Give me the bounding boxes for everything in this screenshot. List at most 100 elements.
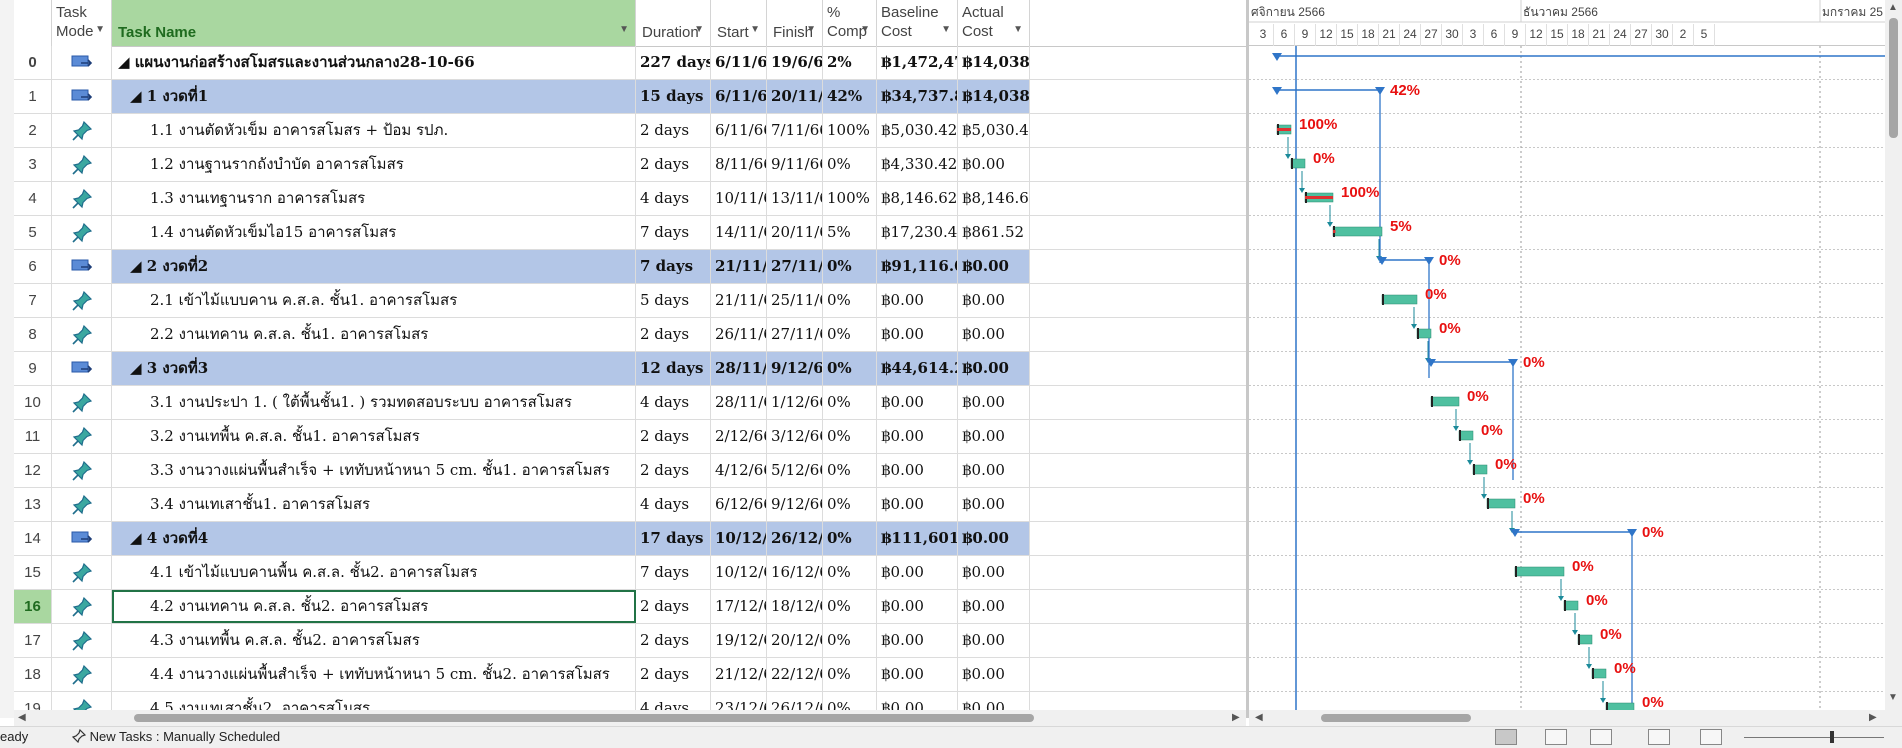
duration-cell[interactable]: 2 days [636,658,711,691]
task-mode-cell[interactable] [52,488,112,521]
task-mode-cell[interactable] [52,454,112,487]
baseline-cost-cell[interactable]: ฿111,601.41 [877,522,958,555]
row-id[interactable]: 6 [14,250,52,283]
finish-cell[interactable]: 3/12/66 [767,420,823,453]
task-bar[interactable] [1416,328,1432,339]
duration-cell[interactable]: 4 days [636,386,711,419]
duration-cell[interactable]: 5 days [636,284,711,317]
task-name-cell[interactable]: ◢ 4 งวดที่4 [112,522,636,555]
pct-comp-cell[interactable]: 2% [823,46,877,79]
row-id[interactable]: 10 [14,386,52,419]
duration-cell[interactable]: 12 days [636,352,711,385]
pct-comp-cell[interactable]: 42% [823,80,877,113]
task-bar[interactable] [1514,566,1565,577]
row-id[interactable]: 13 [14,488,52,521]
new-tasks-mode[interactable]: New Tasks : Manually Scheduled [71,728,280,744]
header-start[interactable]: Start ▼ [711,0,767,46]
row-id[interactable]: 9 [14,352,52,385]
finish-cell[interactable]: 9/12/66 [767,352,823,385]
baseline-cost-cell[interactable]: ฿0.00 [877,488,958,521]
start-cell[interactable]: 28/11/66 [711,352,767,385]
actual-cost-cell[interactable]: ฿14,038.56 [958,46,1030,79]
task-mode-cell[interactable] [52,80,112,113]
row-id[interactable]: 11 [14,420,52,453]
baseline-cost-cell[interactable]: ฿44,614.28 [877,352,958,385]
actual-cost-cell[interactable]: ฿0.00 [958,250,1030,283]
start-cell[interactable]: 21/12/66 [711,658,767,691]
actual-cost-cell[interactable]: ฿0.00 [958,352,1030,385]
pct-comp-cell[interactable]: 0% [823,148,877,181]
duration-cell[interactable]: 4 days [636,182,711,215]
task-mode-cell[interactable] [52,46,112,79]
finish-cell[interactable]: 16/12/66 [767,556,823,589]
task-row[interactable]: 16 4.2 งานเทคาน ค.ส.ล. ชั้น2. อาคารสโมสร 2… [14,590,1246,624]
duration-cell[interactable]: 4 days [636,488,711,521]
task-name-cell[interactable]: 3.3 งานวางแผ่นพื้นสำเร็จ + เททับหน้าหนา … [112,454,636,487]
finish-cell[interactable]: 26/12/66 [767,692,823,710]
finish-cell[interactable]: 27/11/66 [767,250,823,283]
task-name-cell[interactable]: 4.3 งานเทพื้น ค.ส.ล. ชั้น2. อาคารสโมสร [112,624,636,657]
task-name-cell[interactable]: ◢ แผนงานก่อสร้างสโมสรและงานส่วนกลาง28-10… [112,46,636,79]
actual-cost-cell[interactable]: ฿0.00 [958,386,1030,419]
baseline-cost-cell[interactable]: ฿1,472,476.98 [877,46,958,79]
task-mode-cell[interactable] [52,318,112,351]
duration-cell[interactable]: 2 days [636,318,711,351]
task-bar[interactable] [1332,226,1383,237]
actual-cost-cell[interactable]: ฿0.00 [958,148,1030,181]
actual-cost-cell[interactable]: ฿861.52 [958,216,1030,249]
baseline-cost-cell[interactable]: ฿8,146.62 [877,182,958,215]
pct-comp-cell[interactable]: 0% [823,352,877,385]
header-task-name[interactable]: Task Name ▼ [112,0,636,46]
task-mode-cell[interactable] [52,386,112,419]
task-name-cell[interactable]: 3.2 งานเทพื้น ค.ส.ล. ชั้น1. อาคารสโมสร [112,420,636,453]
chevron-down-icon[interactable]: ▼ [619,20,629,39]
start-cell[interactable]: 10/11/66 [711,182,767,215]
duration-cell[interactable]: 227 days [636,46,711,79]
task-name-cell[interactable]: 3.4 งานเทเสาชั้น1. อาคารสโมสร [112,488,636,521]
duration-cell[interactable]: 17 days [636,522,711,555]
baseline-cost-cell[interactable]: ฿0.00 [877,590,958,623]
row-id[interactable]: 15 [14,556,52,589]
task-name-cell[interactable]: ◢ 2 งวดที่2 [112,250,636,283]
task-mode-cell[interactable] [52,250,112,283]
finish-cell[interactable]: 7/11/66 [767,114,823,147]
task-name-cell[interactable]: 4.2 งานเทคาน ค.ส.ล. ชั้น2. อาคารสโมสร [112,590,636,623]
zoom-slider-knob[interactable] [1830,731,1834,743]
task-row[interactable]: 12 3.3 งานวางแผ่นพื้นสำเร็จ + เททับหน้าหน… [14,454,1246,488]
finish-cell[interactable]: 22/12/66 [767,658,823,691]
task-name-cell[interactable]: ◢ 1 งวดที่1 [112,80,636,113]
pct-comp-cell[interactable]: 0% [823,318,877,351]
baseline-cost-cell[interactable]: ฿34,737.88 [877,80,958,113]
row-id[interactable]: 5 [14,216,52,249]
start-cell[interactable]: 6/11/66 [711,80,767,113]
chevron-down-icon[interactable]: ▼ [941,20,951,39]
duration-cell[interactable]: 2 days [636,590,711,623]
summary-task-row[interactable]: 14 ◢ 4 งวดที่417 days10/12/6626/12/660%฿1… [14,522,1246,556]
task-row[interactable]: 18 4.4 งานวางแผ่นพื้นสำเร็จ + เททับหน้าหน… [14,658,1246,692]
task-name-cell[interactable]: ◢ 3 งวดที่3 [112,352,636,385]
finish-cell[interactable]: 19/6/67 [767,46,823,79]
start-cell[interactable]: 8/11/66 [711,148,767,181]
actual-cost-cell[interactable]: ฿0.00 [958,692,1030,710]
pct-comp-cell[interactable]: 0% [823,590,877,623]
gantt-horizontal-scrollbar[interactable]: ◀ ▶ [1249,710,1902,726]
pct-comp-cell[interactable]: 0% [823,420,877,453]
finish-cell[interactable]: 9/12/66 [767,488,823,521]
task-bar[interactable] [1591,668,1607,679]
chevron-down-icon[interactable]: ▼ [860,20,870,39]
start-cell[interactable]: 17/12/66 [711,590,767,623]
task-name-cell[interactable]: 3.1 งานประปา 1. ( ใต้พื้นชั้น1. ) รวมทดส… [112,386,636,419]
baseline-cost-cell[interactable]: ฿17,230.42 [877,216,958,249]
pct-comp-cell[interactable]: 0% [823,454,877,487]
row-id[interactable]: 17 [14,624,52,657]
duration-cell[interactable]: 7 days [636,250,711,283]
start-cell[interactable]: 26/11/66 [711,318,767,351]
task-row[interactable]: 15 4.1 เข้าไม้แบบคานพื้น ค.ส.ล. ชั้น2. อา… [14,556,1246,590]
task-mode-cell[interactable] [52,624,112,657]
baseline-cost-cell[interactable]: ฿0.00 [877,692,958,710]
finish-cell[interactable]: 26/12/66 [767,522,823,555]
task-bar[interactable] [1430,396,1460,407]
task-name-cell[interactable]: 4.4 งานวางแผ่นพื้นสำเร็จ + เททับหน้าหนา … [112,658,636,691]
task-row[interactable]: 3 1.2 งานฐานรากถังบำบัด อาคารสโมสร 2 days 8… [14,148,1246,182]
pct-comp-cell[interactable]: 0% [823,624,877,657]
